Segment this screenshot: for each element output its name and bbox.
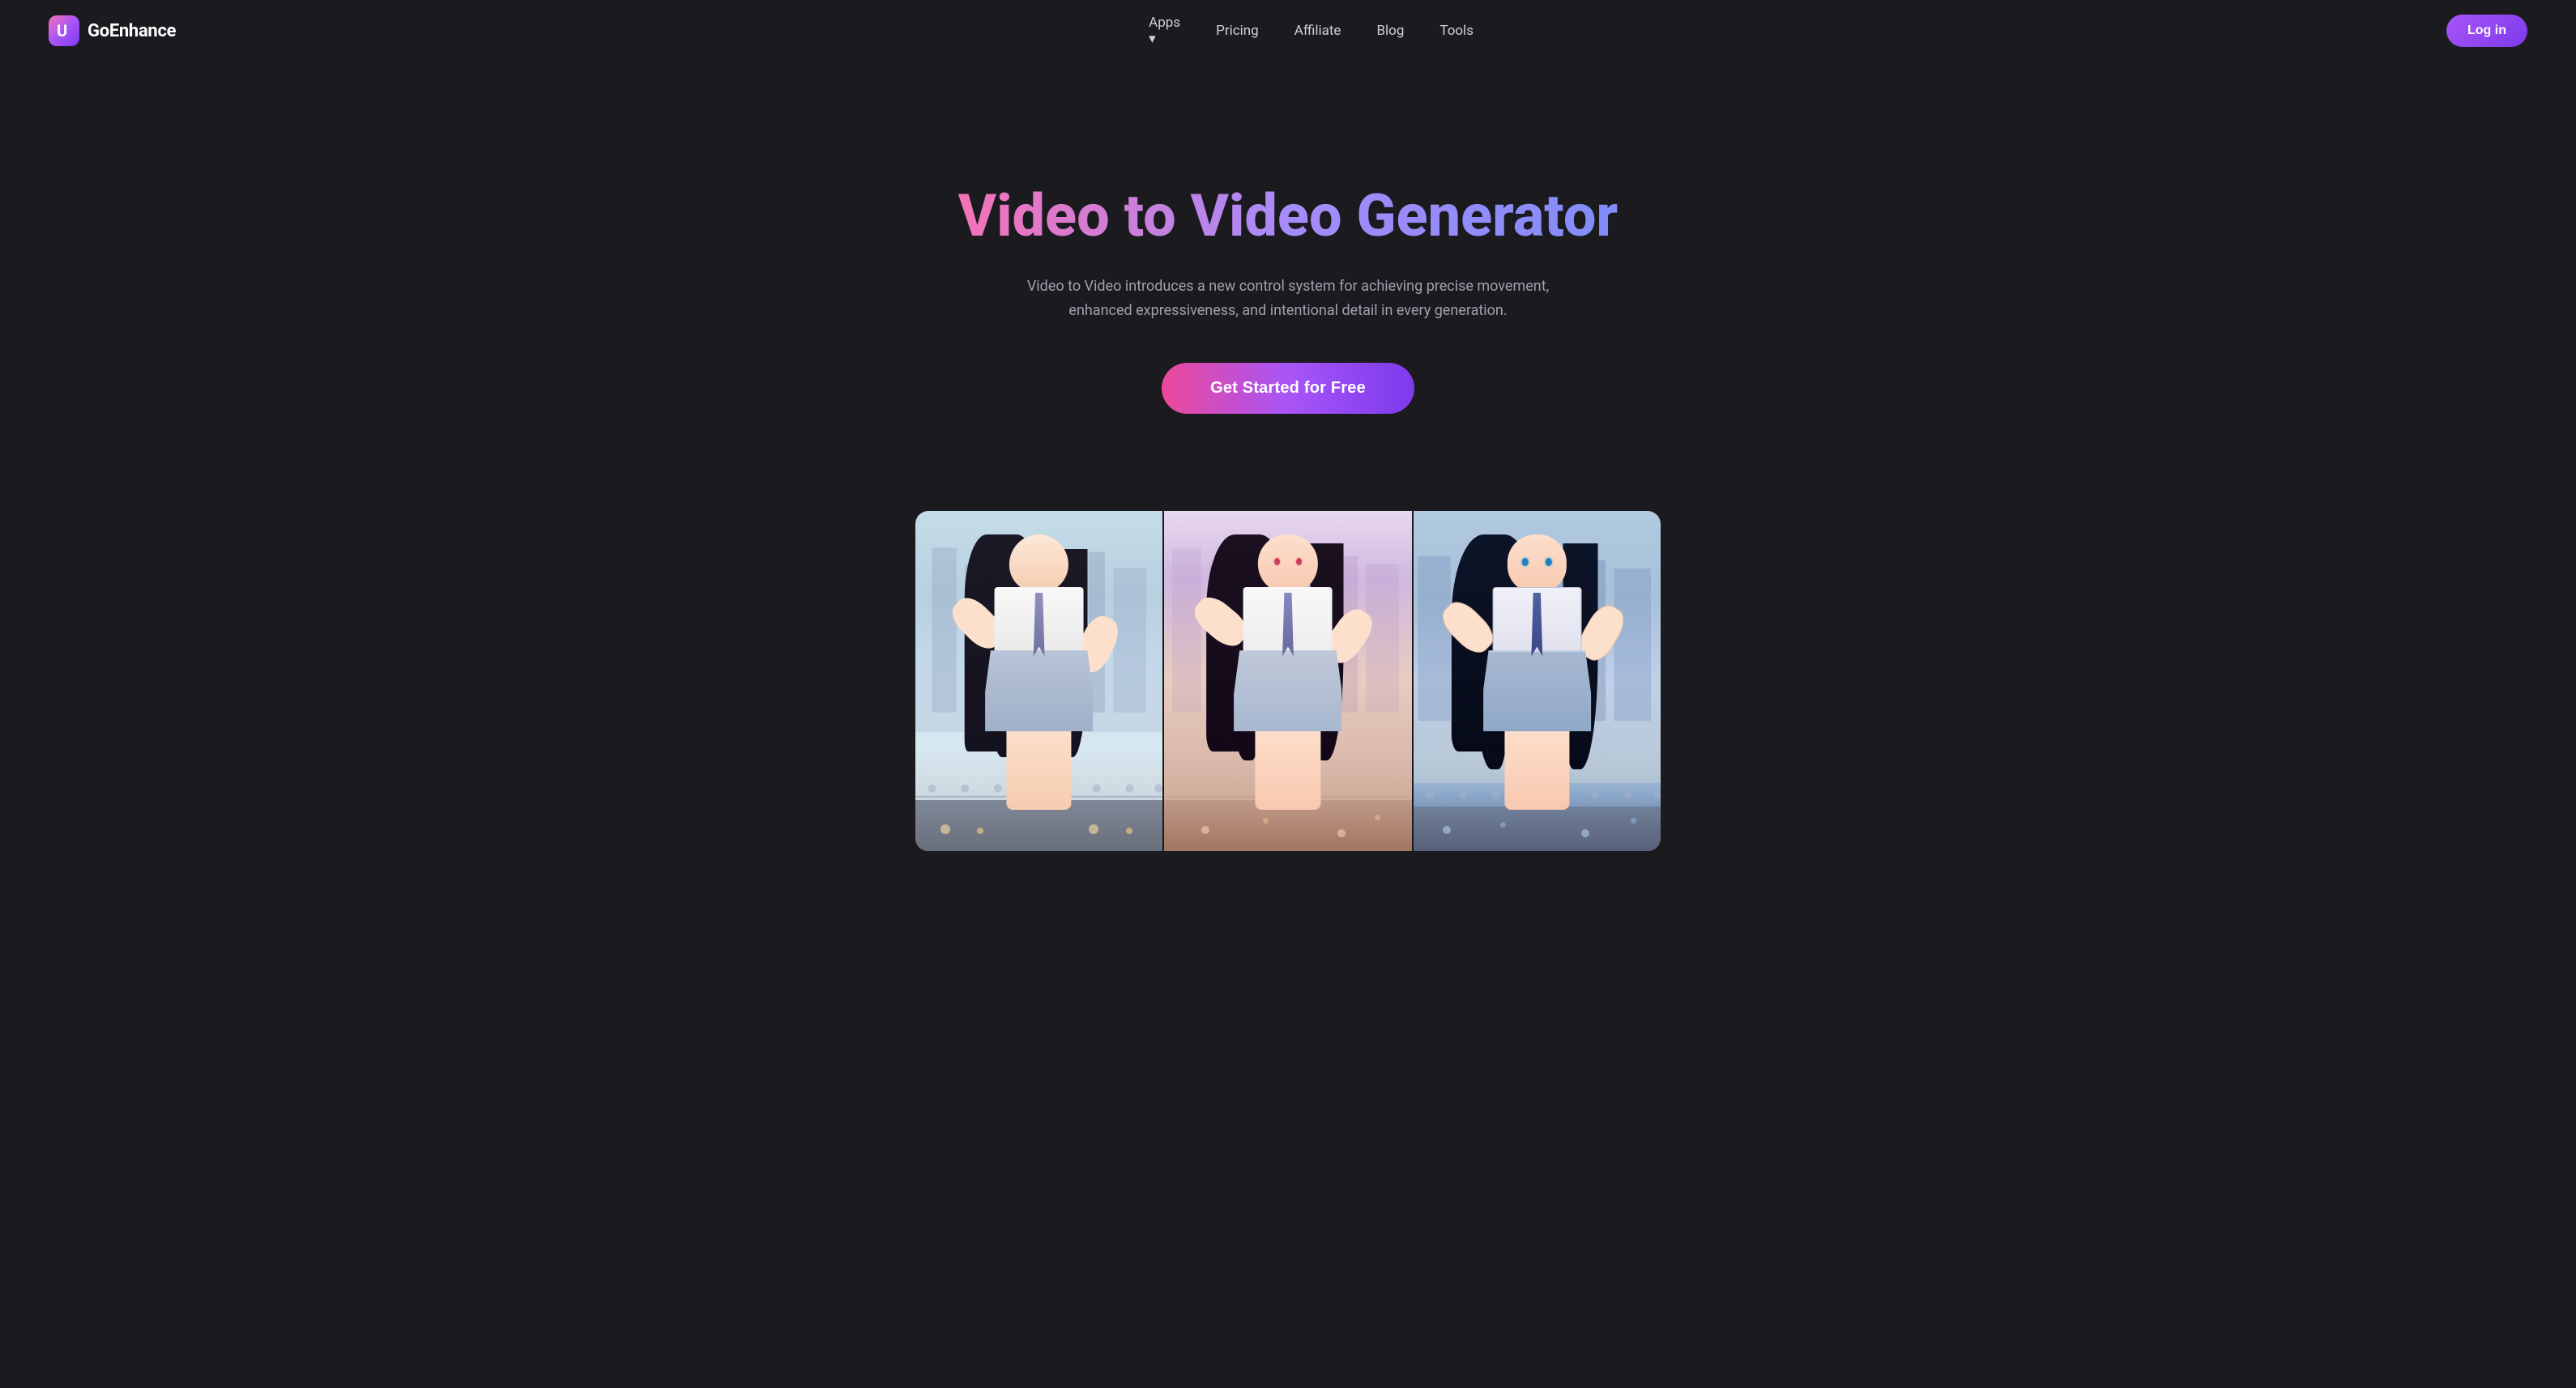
nav-label-blog: Blog bbox=[1376, 23, 1404, 39]
char-eyes-2 bbox=[1266, 558, 1311, 573]
hero-subtitle: Video to Video introduces a new control … bbox=[1021, 275, 1555, 324]
bokeh-light-4 bbox=[1126, 828, 1132, 834]
hero-section: Video to Video Generator Video to Video … bbox=[0, 62, 2576, 851]
logo-icon: U bbox=[49, 15, 79, 46]
character-1 bbox=[946, 534, 1132, 824]
nav-item-tools[interactable]: Tools bbox=[1439, 23, 1474, 39]
nav-item-affiliate[interactable]: Affiliate bbox=[1294, 23, 1341, 39]
svg-text:U: U bbox=[57, 21, 67, 40]
showcase bbox=[915, 511, 1661, 851]
showcase-panel-2 bbox=[1164, 511, 1411, 851]
character-3 bbox=[1444, 534, 1630, 824]
chevron-down-icon: ▾ bbox=[1149, 31, 1180, 47]
bokeh-light-1 bbox=[940, 824, 950, 834]
char-legs-3 bbox=[1504, 722, 1569, 809]
nav-item-pricing[interactable]: Pricing bbox=[1216, 23, 1259, 39]
logo[interactable]: U GoEnhance bbox=[49, 15, 176, 46]
nav-label-pricing: Pricing bbox=[1216, 23, 1259, 39]
char-skirt-3 bbox=[1483, 650, 1591, 731]
char-skirt-1 bbox=[985, 650, 1093, 731]
nav-item-blog[interactable]: Blog bbox=[1376, 23, 1404, 39]
char-legs-1 bbox=[1007, 722, 1072, 809]
navbar: U GoEnhance Apps ▾ Pricing Affiliate Blo… bbox=[0, 0, 2576, 62]
bokeh-2-4 bbox=[1375, 815, 1380, 820]
nav-item-apps[interactable]: Apps ▾ bbox=[1149, 15, 1180, 47]
char-head-1 bbox=[1009, 534, 1068, 592]
login-button[interactable]: Log in bbox=[2446, 15, 2527, 47]
showcase-panel-1 bbox=[915, 511, 1162, 851]
nav-label-apps: Apps bbox=[1149, 15, 1180, 31]
char-skirt-2 bbox=[1235, 650, 1342, 731]
brand-name: GoEnhance bbox=[87, 21, 176, 41]
char-legs-2 bbox=[1256, 722, 1320, 809]
hero-title: Video to Video Generator bbox=[958, 183, 1619, 250]
bokeh-3-2 bbox=[1500, 822, 1506, 828]
showcase-panel-3 bbox=[1414, 511, 1661, 851]
nav-label-affiliate: Affiliate bbox=[1294, 23, 1341, 39]
cta-button[interactable]: Get Started for Free bbox=[1162, 363, 1414, 414]
page-wrapper: Video to Video Generator Video to Video … bbox=[0, 62, 2576, 851]
character-2 bbox=[1195, 534, 1380, 824]
bokeh-light-3 bbox=[1089, 824, 1098, 834]
char-eyes-3 bbox=[1513, 558, 1562, 573]
nav-links: Apps ▾ Pricing Affiliate Blog Tools bbox=[1149, 15, 1474, 47]
hero-content: Video to Video Generator Video to Video … bbox=[942, 118, 1635, 511]
nav-label-tools: Tools bbox=[1439, 23, 1474, 39]
